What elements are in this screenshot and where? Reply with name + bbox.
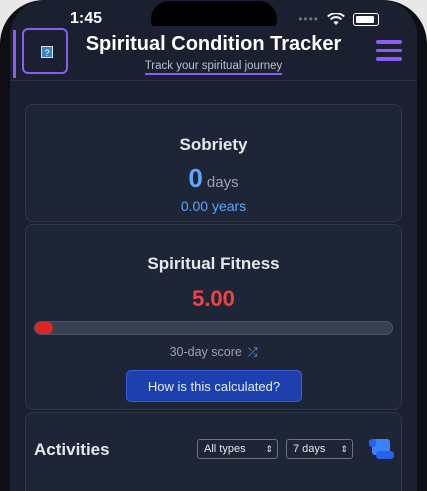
app-screen: 1:45 •••• ? Spiritual Condition Tracker … (10, 0, 417, 491)
sobriety-years: 0.00 years (180, 198, 247, 214)
fitness-score: 5.00 (192, 286, 235, 311)
activities-card: Activities All types ⇕ 7 days ⇕ (25, 412, 402, 491)
device-frame: 1:45 •••• ? Spiritual Condition Tracker … (0, 0, 427, 491)
sobriety-days: 0 days (26, 163, 401, 194)
sobriety-card: Sobriety 0 days 0.00 years (25, 104, 402, 222)
app-title: Spiritual Condition Tracker (85, 33, 342, 55)
sobriety-title: Sobriety (179, 135, 248, 154)
wifi-icon (327, 12, 345, 25)
sobriety-days-unit: days (206, 174, 239, 191)
how-calculated-button[interactable]: How is this calculated? (126, 370, 302, 402)
shuffle-icon[interactable]: ⤮ (248, 345, 258, 359)
status-icons: •••• (298, 12, 379, 26)
scroll-icon[interactable] (368, 437, 395, 461)
fitness-period: 30-day score ⤮ (26, 345, 401, 360)
fitness-progress-fill (35, 322, 53, 334)
type-filter-value: All types (204, 443, 246, 455)
fitness-title: Spiritual Fitness (147, 254, 280, 273)
signal-icon: •••• (298, 12, 319, 26)
battery-icon (353, 12, 379, 26)
chevron-updown-icon: ⇕ (265, 444, 273, 454)
chevron-updown-icon: ⇕ (340, 444, 348, 454)
range-filter-value: 7 days (293, 443, 326, 455)
app-subtitle: Track your spiritual journey (144, 60, 283, 75)
sobriety-days-value: 0 (188, 163, 203, 193)
fitness-progress-bar (34, 321, 393, 335)
type-filter-select[interactable]: All types ⇕ (197, 439, 278, 459)
menu-icon[interactable] (376, 40, 402, 62)
range-filter-select[interactable]: 7 days ⇕ (286, 439, 353, 459)
fitness-period-label: 30-day score (169, 345, 242, 359)
app-subtitle-wrap: Track your spiritual journey (10, 56, 417, 75)
activities-title: Activities (34, 440, 110, 459)
fitness-card: Spiritual Fitness 5.00 30-day score ⤮ How… (25, 224, 402, 410)
